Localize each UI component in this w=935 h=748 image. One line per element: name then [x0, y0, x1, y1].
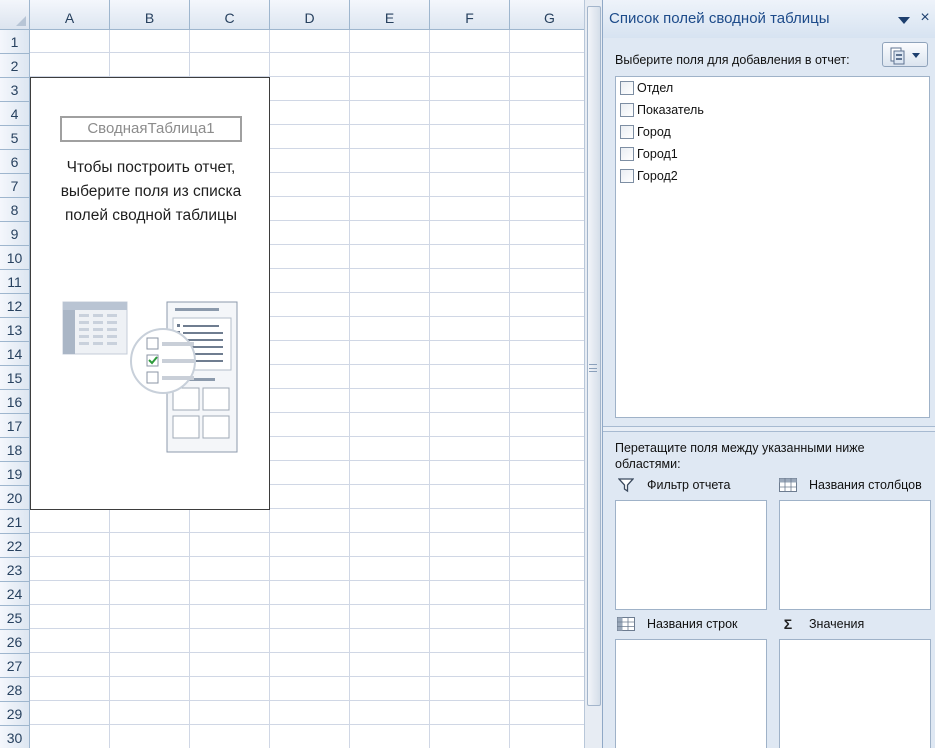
row-header[interactable]: 21	[0, 510, 29, 534]
pane-title: Список полей сводной таблицы	[609, 10, 830, 27]
row-headers: 1 2 3 4 5 6 7 8 9 10 11 12 13 14 15 16 17 18 19 20 21 22 23 24 2…	[0, 30, 30, 748]
row-header[interactable]: 25	[0, 606, 29, 630]
report-filter-label: Фильтр отчета	[647, 478, 731, 492]
column-labels-zone[interactable]	[779, 500, 931, 610]
row-header[interactable]: 14	[0, 342, 29, 366]
column-labels-heading: Названия столбцов	[779, 476, 922, 494]
field-label: Отдел	[637, 81, 674, 95]
row-header[interactable]: 4	[0, 102, 29, 126]
row-header[interactable]: 18	[0, 438, 29, 462]
column-header-g[interactable]: G	[510, 0, 586, 30]
pivot-illustration-icon	[62, 301, 238, 453]
pane-header: Список полей сводной таблицы ×	[603, 0, 935, 38]
column-labels-label: Названия столбцов	[809, 478, 922, 492]
field-item[interactable]: Город1	[620, 145, 678, 163]
row-header[interactable]: 17	[0, 414, 29, 438]
row-header[interactable]: 27	[0, 654, 29, 678]
column-header-d[interactable]: D	[270, 0, 350, 30]
row-header[interactable]: 28	[0, 678, 29, 702]
pivot-hint-text: Чтобы построить отчет, выберите поля из …	[37, 156, 265, 228]
column-header-c[interactable]: C	[190, 0, 270, 30]
row-header[interactable]: 1	[0, 30, 29, 54]
row-header[interactable]: 22	[0, 534, 29, 558]
row-header[interactable]: 24	[0, 582, 29, 606]
pivot-hint-line: Чтобы построить отчет,	[66, 159, 236, 176]
values-heading: Σ Значения	[779, 615, 864, 633]
row-header[interactable]: 9	[0, 222, 29, 246]
field-label: Город1	[637, 147, 678, 161]
field-list-box[interactable]: Отдел Показатель Город Город1 Город2	[615, 76, 930, 418]
column-header-f[interactable]: F	[430, 0, 510, 30]
column-header-a[interactable]: A	[30, 0, 110, 30]
field-label: Город	[637, 125, 671, 139]
column-grid-icon	[779, 477, 797, 493]
row-header[interactable]: 20	[0, 486, 29, 510]
report-filter-zone[interactable]	[615, 500, 767, 610]
field-layout-icon	[890, 47, 920, 65]
column-header-e[interactable]: E	[350, 0, 430, 30]
row-header[interactable]: 30	[0, 726, 29, 748]
row-header[interactable]: 6	[0, 150, 29, 174]
grip-icon	[589, 364, 597, 372]
row-header[interactable]: 8	[0, 198, 29, 222]
close-icon[interactable]: ×	[917, 9, 933, 27]
report-filter-heading: Фильтр отчета	[617, 476, 730, 494]
field-checkbox[interactable]	[620, 125, 634, 139]
field-item[interactable]: Город2	[620, 167, 678, 185]
vertical-scrollbar[interactable]	[584, 0, 602, 748]
row-labels-label: Названия строк	[647, 617, 738, 631]
pivot-hint-line: выберите поля из списка	[60, 183, 242, 200]
pivot-hint-line: полей сводной таблицы	[64, 207, 238, 224]
field-layout-button[interactable]	[882, 42, 928, 67]
scrollbar-thumb[interactable]	[587, 6, 601, 706]
field-checkbox[interactable]	[620, 103, 634, 117]
pivot-field-list-pane: Список полей сводной таблицы × Выберите …	[602, 0, 935, 748]
row-header[interactable]: 29	[0, 702, 29, 726]
row-header[interactable]: 13	[0, 318, 29, 342]
field-checkbox[interactable]	[620, 169, 634, 183]
row-header[interactable]: 11	[0, 270, 29, 294]
row-header[interactable]: 3	[0, 78, 29, 102]
row-labels-zone[interactable]	[615, 639, 767, 748]
row-labels-heading: Названия строк	[617, 615, 738, 633]
drag-fields-label: Перетащите поля между указанными ниже об…	[615, 441, 865, 471]
corner-select-icon[interactable]	[0, 0, 30, 30]
filter-icon	[617, 477, 635, 493]
row-header[interactable]: 19	[0, 462, 29, 486]
row-grid-icon	[617, 616, 635, 632]
field-checkbox[interactable]	[620, 81, 634, 95]
pivot-table-placeholder[interactable]: СводнаяТаблица1 Чтобы построить отчет, в…	[30, 77, 270, 510]
pane-splitter[interactable]	[603, 426, 935, 432]
values-label: Значения	[809, 617, 865, 631]
sigma-icon: Σ	[783, 616, 793, 632]
column-headers: A B C D E F G	[30, 0, 586, 30]
field-label: Город2	[637, 169, 678, 183]
row-header[interactable]: 16	[0, 390, 29, 414]
row-header[interactable]: 2	[0, 54, 29, 78]
field-label: Показатель	[637, 103, 704, 117]
pivot-table-name: СводнаяТаблица1	[60, 116, 242, 142]
worksheet: A B C D E F G 1 2 3 4 5 6 7 8 9 10 11 12 13 14 15 16 17 1…	[0, 0, 586, 748]
row-header[interactable]: 26	[0, 630, 29, 654]
row-header[interactable]: 10	[0, 246, 29, 270]
dropdown-arrow-icon[interactable]	[897, 13, 911, 27]
row-header[interactable]: 7	[0, 174, 29, 198]
row-header[interactable]: 15	[0, 366, 29, 390]
field-item[interactable]: Отдел	[620, 79, 673, 97]
column-header-b[interactable]: B	[110, 0, 190, 30]
row-header[interactable]: 23	[0, 558, 29, 582]
row-header[interactable]: 5	[0, 126, 29, 150]
field-item[interactable]: Показатель	[620, 101, 704, 119]
excel-window: A B C D E F G 1 2 3 4 5 6 7 8 9 10 11 12 13 14 15 16 17 1…	[0, 0, 935, 748]
choose-fields-label: Выберите поля для добавления в отчет:	[615, 53, 850, 67]
field-checkbox[interactable]	[620, 147, 634, 161]
values-zone[interactable]	[779, 639, 931, 748]
field-item[interactable]: Город	[620, 123, 671, 141]
row-header[interactable]: 12	[0, 294, 29, 318]
